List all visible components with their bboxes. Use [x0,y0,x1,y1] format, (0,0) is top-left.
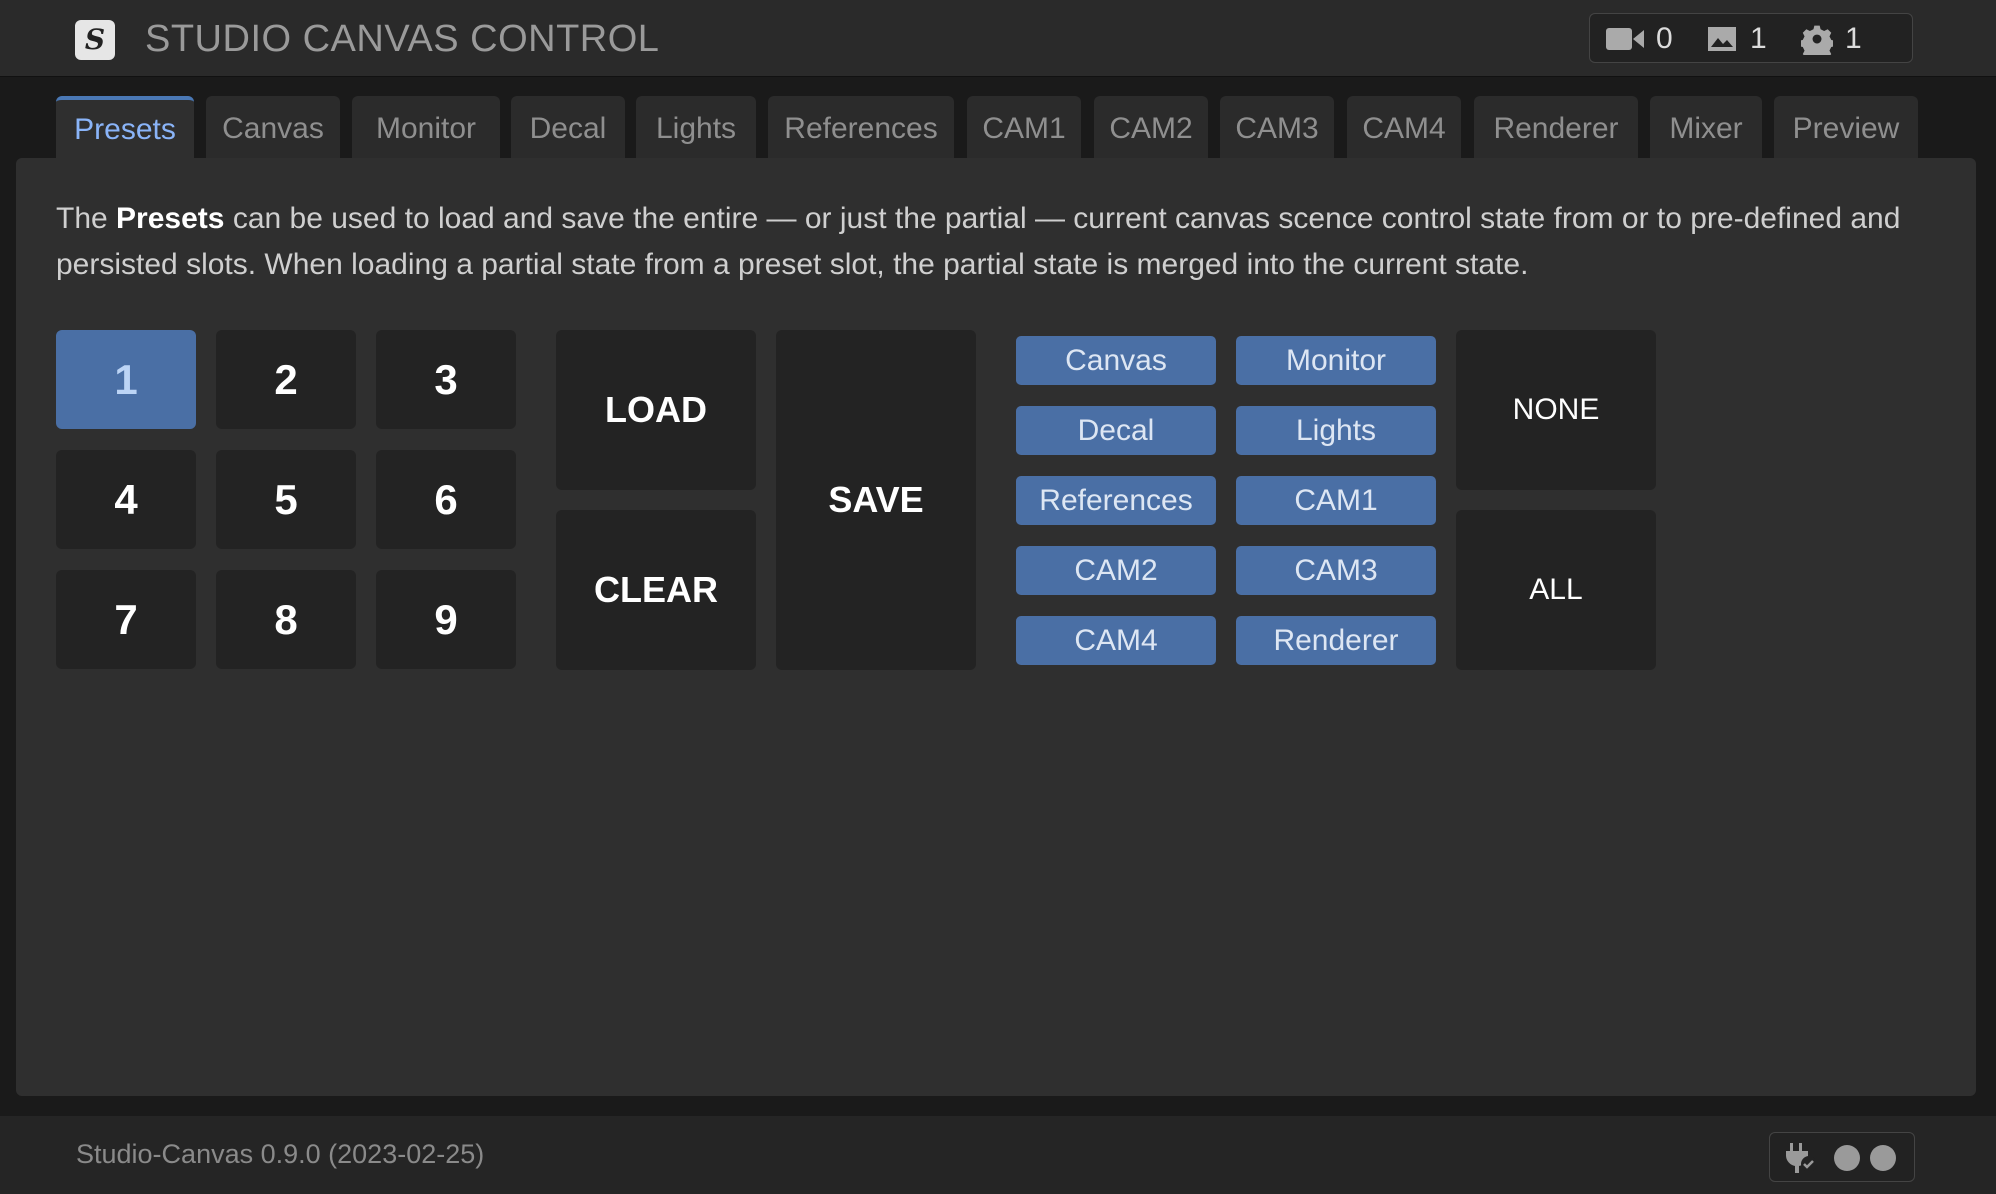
part-lights-toggle[interactable]: Lights [1236,406,1436,455]
video-camera-icon [1606,28,1644,50]
slot-5-button[interactable]: 5 [216,450,356,549]
settings-status: 1 [1801,14,1862,64]
image-count: 1 [1750,22,1767,55]
desc-bold: Presets [116,202,225,235]
desc-prefix: The [56,202,108,235]
slot-8-button[interactable]: 8 [216,570,356,669]
tab-cam2[interactable]: CAM2 [1094,96,1208,158]
part-cam2-toggle[interactable]: CAM2 [1016,546,1216,595]
part-renderer-toggle[interactable]: Renderer [1236,616,1436,665]
image-status: 1 [1706,14,1767,64]
desc-suffix: can be used to load and save the entire … [56,202,1901,281]
slot-9-button[interactable]: 9 [376,570,516,669]
settings-count: 1 [1845,22,1862,55]
tab-decal[interactable]: Decal [511,96,625,158]
tab-cam4[interactable]: CAM4 [1347,96,1461,158]
slot-1-button[interactable]: 1 [56,330,196,429]
presets-description: The Presets can be used to load and save… [56,196,1916,288]
tab-cam1[interactable]: CAM1 [967,96,1081,158]
tab-monitor[interactable]: Monitor [352,96,500,158]
status-dot-2 [1870,1145,1896,1171]
part-cam4-toggle[interactable]: CAM4 [1016,616,1216,665]
status-dot-1 [1834,1145,1860,1171]
version-text: Studio-Canvas 0.9.0 (2023-02-25) [76,1139,485,1169]
tab-presets[interactable]: Presets [56,96,194,158]
logo-icon: S [75,20,115,60]
load-button[interactable]: LOAD [556,330,756,490]
camera-status: 0 [1606,14,1673,64]
part-references-toggle[interactable]: References [1016,476,1216,525]
connection-status [1769,1132,1915,1182]
select-all-button[interactable]: ALL [1456,510,1656,670]
slot-7-button[interactable]: 7 [56,570,196,669]
slot-4-button[interactable]: 4 [56,450,196,549]
slot-2-button[interactable]: 2 [216,330,356,429]
tab-cam3[interactable]: CAM3 [1220,96,1334,158]
slot-6-button[interactable]: 6 [376,450,516,549]
tab-renderer[interactable]: Renderer [1474,96,1638,158]
tab-canvas[interactable]: Canvas [206,96,340,158]
select-none-button[interactable]: NONE [1456,330,1656,490]
slot-3-button[interactable]: 3 [376,330,516,429]
app-header: S STUDIO CANVAS CONTROL 0 1 1 [0,0,1996,77]
tab-mixer[interactable]: Mixer [1650,96,1762,158]
gear-icon [1801,25,1833,55]
image-icon [1708,27,1736,51]
part-cam1-toggle[interactable]: CAM1 [1236,476,1436,525]
plug-check-icon [1786,1143,1817,1173]
part-cam3-toggle[interactable]: CAM3 [1236,546,1436,595]
save-button[interactable]: SAVE [776,330,976,670]
tab-preview[interactable]: Preview [1774,96,1918,158]
part-canvas-toggle[interactable]: Canvas [1016,336,1216,385]
tab-lights[interactable]: Lights [636,96,756,158]
clear-button[interactable]: CLEAR [556,510,756,670]
camera-count: 0 [1656,22,1673,55]
part-decal-toggle[interactable]: Decal [1016,406,1216,455]
status-indicators: 0 1 1 [1589,13,1913,63]
part-monitor-toggle[interactable]: Monitor [1236,336,1436,385]
tab-references[interactable]: References [768,96,954,158]
app-title: STUDIO CANVAS CONTROL [145,18,660,60]
